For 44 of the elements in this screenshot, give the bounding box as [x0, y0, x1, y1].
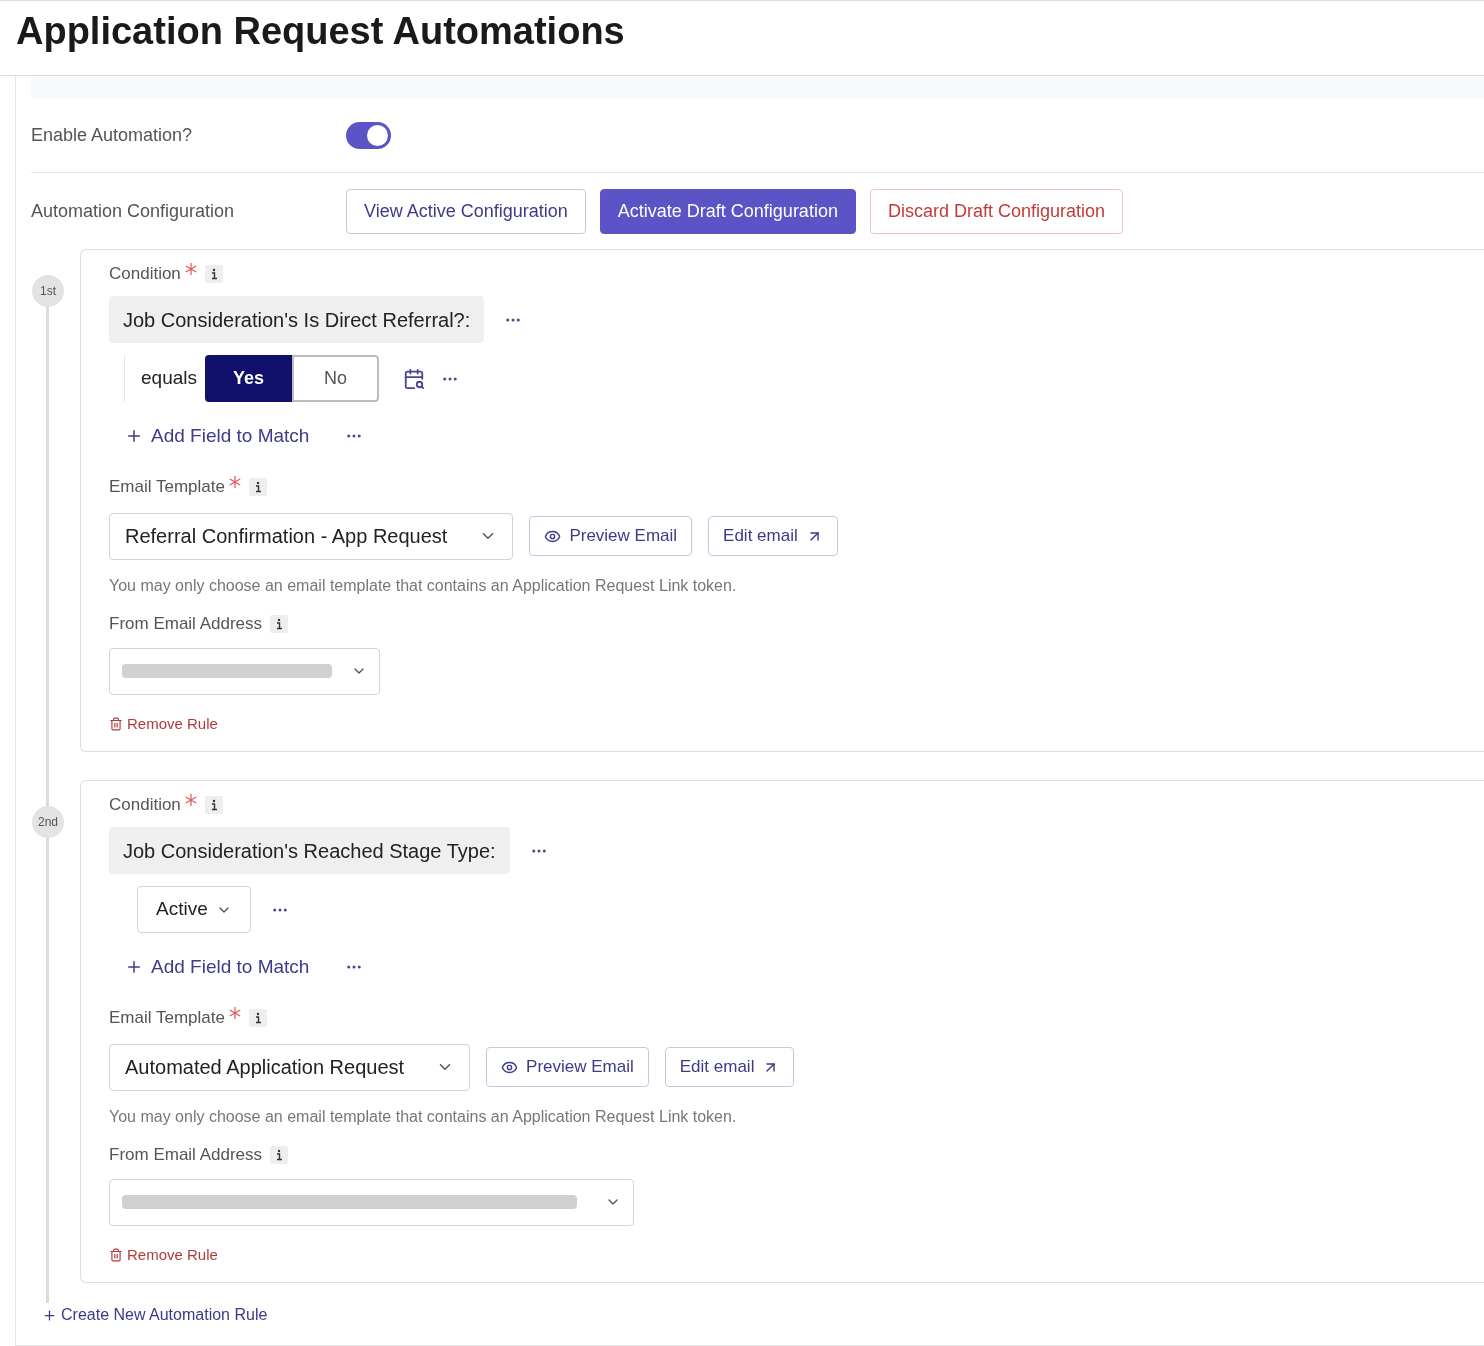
configuration-button[interactable]: Activate Draft Configuration — [599, 188, 856, 234]
info-icon[interactable] — [204, 796, 223, 814]
condition-field-chip[interactable]: Job Consideration's Is Direct Referral?: — [109, 296, 485, 343]
trash-icon — [109, 716, 123, 731]
automation-configuration-label: Automation Configuration — [31, 199, 236, 223]
add-field-link[interactable]: Add Field to Match — [125, 422, 310, 451]
email-template-select[interactable]: Referral Confirmation - App Request — [109, 512, 514, 560]
condition-field-chip[interactable]: Job Consideration's Reached Stage Type: — [109, 827, 510, 874]
configuration-button[interactable]: Discard Draft Configuration — [869, 188, 1123, 234]
preview-email-button[interactable]: Preview Email — [486, 1047, 649, 1087]
edit-email-button[interactable]: Edit email — [708, 516, 838, 556]
operator-label: equals — [141, 366, 197, 391]
enable-automation-label: Enable Automation? — [31, 123, 194, 147]
add-field-link[interactable]: Add Field to Match — [125, 953, 310, 982]
edit-email-button[interactable]: Edit email — [664, 1047, 795, 1087]
step-badge: 2nd — [32, 806, 64, 838]
email-template-label: Email Template — [109, 475, 225, 498]
step-badge: 1st — [32, 275, 64, 307]
preview-email-button[interactable]: Preview Email — [529, 516, 693, 556]
condition-label: Condition — [109, 794, 181, 817]
plus-icon — [42, 1307, 57, 1323]
condition-label: Condition — [109, 263, 181, 286]
create-rule-link[interactable]: Create New Automation Rule — [42, 1303, 268, 1327]
value-dropdown[interactable]: Active — [137, 886, 251, 933]
remove-rule-link[interactable]: Remove Rule — [109, 1243, 218, 1266]
info-icon[interactable] — [248, 477, 267, 496]
page-title: Application Request Automations — [16, 9, 625, 54]
toggle-option[interactable]: Yes — [205, 355, 292, 402]
hint-text: You may only choose an email template that contains an Application Request Link token. — [109, 575, 738, 596]
trash-icon — [109, 1247, 123, 1262]
info-icon[interactable] — [248, 1008, 267, 1027]
from-email-label: From Email Address — [109, 1143, 263, 1166]
info-icon[interactable] — [270, 1145, 289, 1164]
email-template-label: Email Template — [109, 1006, 225, 1029]
toggle-option[interactable]: No — [292, 355, 379, 402]
remove-rule-link[interactable]: Remove Rule — [109, 712, 218, 735]
configuration-button[interactable]: View Active Configuration — [346, 188, 586, 234]
from-email-label: From Email Address — [109, 612, 263, 635]
email-template-select[interactable]: Automated Application Request — [109, 1043, 471, 1091]
info-icon[interactable] — [204, 265, 223, 283]
calendar-search-icon[interactable] — [403, 367, 425, 390]
info-icon[interactable] — [270, 614, 289, 633]
toggle-switch[interactable] — [346, 121, 391, 149]
hint-text: You may only choose an email template that contains an Application Request Link token. — [109, 1106, 738, 1127]
